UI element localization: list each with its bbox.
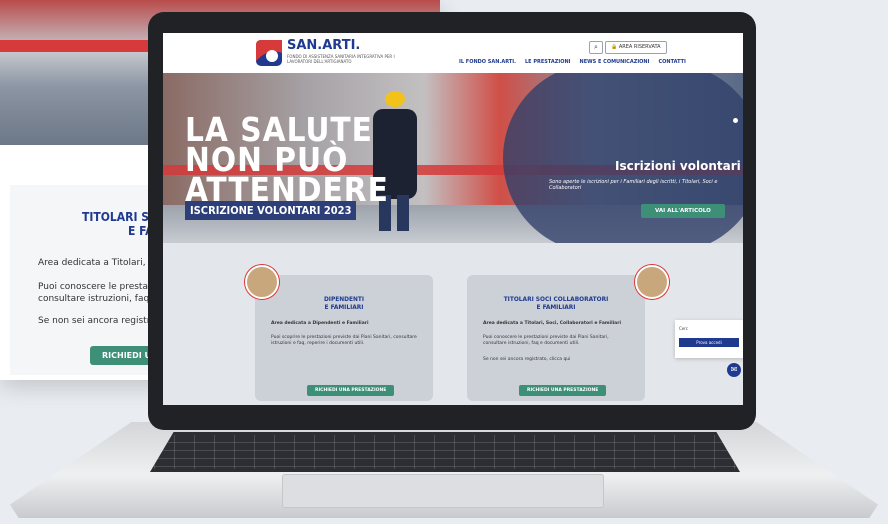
site-header: SAN.ARTI. FONDO DI ASSISTENZA SANITARIA … [163,33,743,73]
main-nav: IL FONDO SAN.ARTI. LE PRESTAZIONI NEWS E… [459,59,686,65]
login-label: Cerc [679,326,689,331]
search-icon: ⌕ [594,43,598,51]
laptop-screen: SAN.ARTI. FONDO DI ASSISTENZA SANITARIA … [163,33,743,405]
area-riservata-button[interactable]: 🔒 AREA RISERVATA [605,41,667,54]
card-dipendenti-text2: Puoi scoprire le prestazioni previste da… [271,335,417,346]
nav-item-contatti[interactable]: CONTATTI [658,59,685,65]
nav-item-news[interactable]: NEWS E COMUNICAZIONI [580,59,650,65]
sanarti-logo-icon [256,40,282,66]
chat-icon: ✉ [730,365,738,374]
brand-name[interactable]: SAN.ARTI. [287,38,360,53]
card-dipendenti-request-button[interactable]: RICHIEDI UNA PRESTAZIONE [307,385,395,396]
card-titolari: TITOLARI SOCI COLLABORATORI E FAMILIARI … [467,275,645,401]
card-dipendenti-title: DIPENDENTI E FAMILIARI [255,295,433,311]
slider-dot[interactable] [733,118,738,123]
hero-article-button[interactable]: VAI ALL'ARTICOLO [641,204,725,218]
card-titolari-text1: Area dedicata a Titolari, Soci, Collabor… [483,321,621,326]
card-titolari-title-line1: TITOLARI SOCI COLLABORATORI [503,295,609,303]
card-titolari-text2: Puoi conoscere le prestazioni previste d… [483,335,609,346]
card-titolari-text3[interactable]: Se non sei ancora registrato, clicca qui [483,357,633,363]
laptop-trackpad [282,474,604,508]
login-button[interactable]: Prova accedi [679,338,739,347]
card-titolari-title-line2: E FAMILIARI [536,303,576,311]
hero-big-title: LA SALUTE NON PUÒ ATTENDERE [185,113,389,206]
nav-item-il-fondo[interactable]: IL FONDO SAN.ARTI. [459,59,516,65]
card-titolari-image [635,265,669,299]
chat-button[interactable]: ✉ [727,363,741,377]
card-titolari-request-button[interactable]: RICHIEDI UNA PRESTAZIONE [519,385,607,396]
nav-item-prestazioni[interactable]: LE PRESTAZIONI [525,59,571,65]
card-titolari-title: TITOLARI SOCI COLLABORATORI E FAMILIARI [467,295,645,311]
search-button[interactable]: ⌕ [589,41,603,54]
card-dipendenti-image [245,265,279,299]
hero-title: Iscrizioni volontari [615,159,741,173]
area-riservata-label: AREA RISERVATA [618,44,661,50]
laptop-keyboard [150,432,740,472]
card-dipendenti-title-line2: E FAMILIARI [324,303,364,311]
card-dipendenti: DIPENDENTI E FAMILIARI Area dedicata a D… [255,275,433,401]
card-dipendenti-text1: Area dedicata a Dipendenti e Familiari [271,321,369,326]
hero-ribbon: ISCRIZIONE VOLONTARI 2023 [185,201,357,220]
card-dipendenti-title-line1: DIPENDENTI [323,295,365,303]
brand-tagline: FONDO DI ASSISTENZA SANITARIA INTEGRATIV… [287,54,395,64]
hero-subtitle: Sono aperte le iscrizioni per i Familiar… [549,179,718,191]
